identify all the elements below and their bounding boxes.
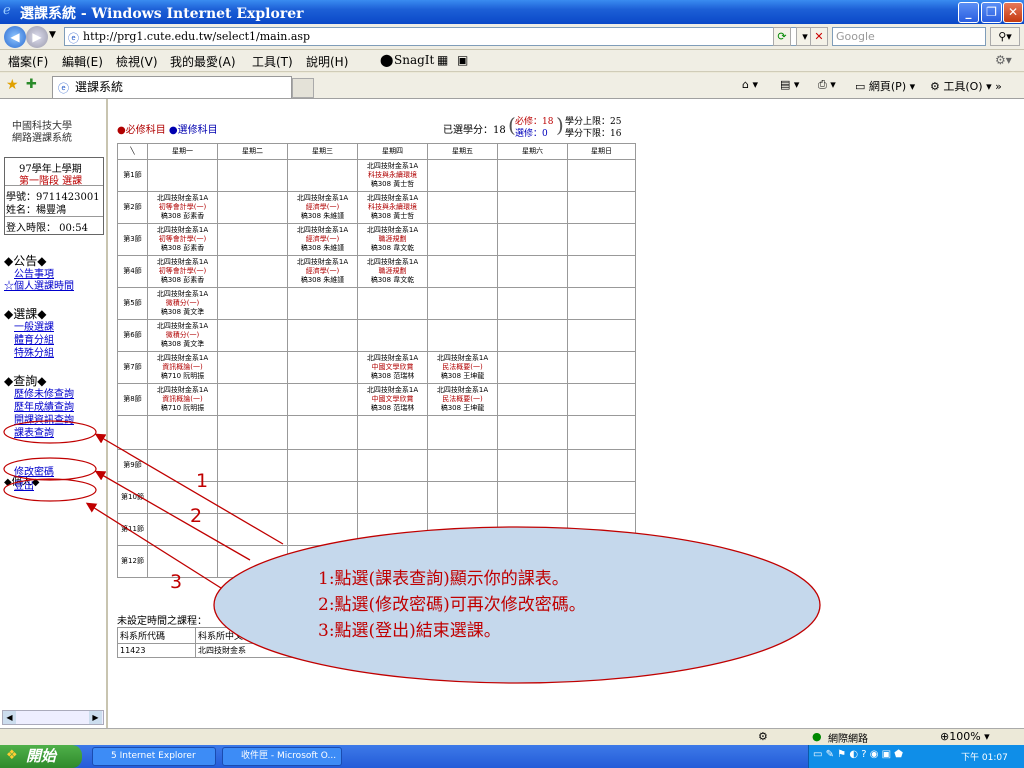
start-label: 開始: [26, 747, 57, 765]
tray-icons[interactable]: ▭ ✎ ⚑ ◐ ? ◉ ▣ ⬟: [813, 749, 903, 760]
clock: 下午 01:07: [961, 753, 1008, 763]
status-bar: ⚙ ● 網際網路 ⊕100% ▾: [0, 728, 1024, 745]
taskbar-outlook[interactable]: 收件匣 - Microsoft O...: [222, 747, 342, 766]
callout-line-3: 3:點選(登出)結束選課。: [318, 621, 501, 641]
circle-logout: [3, 478, 97, 502]
label-3: 3: [170, 571, 183, 593]
arrow-3: [85, 502, 241, 601]
callout-text: 1:點選(課表查詢)顯示你的課表。 2:點選(修改密碼)可再次修改密碼。 3:點…: [318, 566, 586, 644]
zone-icon: ●: [812, 730, 822, 743]
callout-line-2: 2:點選(修改密碼)可再次修改密碼。: [318, 595, 586, 615]
circle-password: [3, 457, 97, 481]
circle-timetable: [3, 420, 97, 444]
system-tray: ▭ ✎ ⚑ ◐ ? ◉ ▣ ⬟ 下午 01:07: [808, 745, 1024, 768]
zoom-value: 100%: [949, 730, 981, 743]
annotation-overlay: [3, 420, 821, 684]
windows-logo-icon: ❖: [6, 748, 18, 763]
label-1: 1: [196, 470, 209, 492]
security-icon: ⚙: [758, 730, 768, 743]
taskbar-ie-label: 5 Internet Explorer: [111, 751, 196, 761]
zoom-level[interactable]: ⊕100% ▾: [940, 730, 990, 743]
arrow-2: [94, 470, 251, 561]
label-2: 2: [190, 505, 203, 527]
taskbar: 開始 ❖ 5 Internet Explorer 收件匣 - Microsoft…: [0, 745, 1024, 768]
taskbar-outlook-label: 收件匣 - Microsoft O...: [241, 751, 337, 761]
zone-label: 網際網路: [828, 734, 868, 745]
taskbar-ie-group[interactable]: 5 Internet Explorer: [92, 747, 216, 766]
callout-line-1: 1:點選(課表查詢)顯示你的課表。: [318, 569, 569, 589]
